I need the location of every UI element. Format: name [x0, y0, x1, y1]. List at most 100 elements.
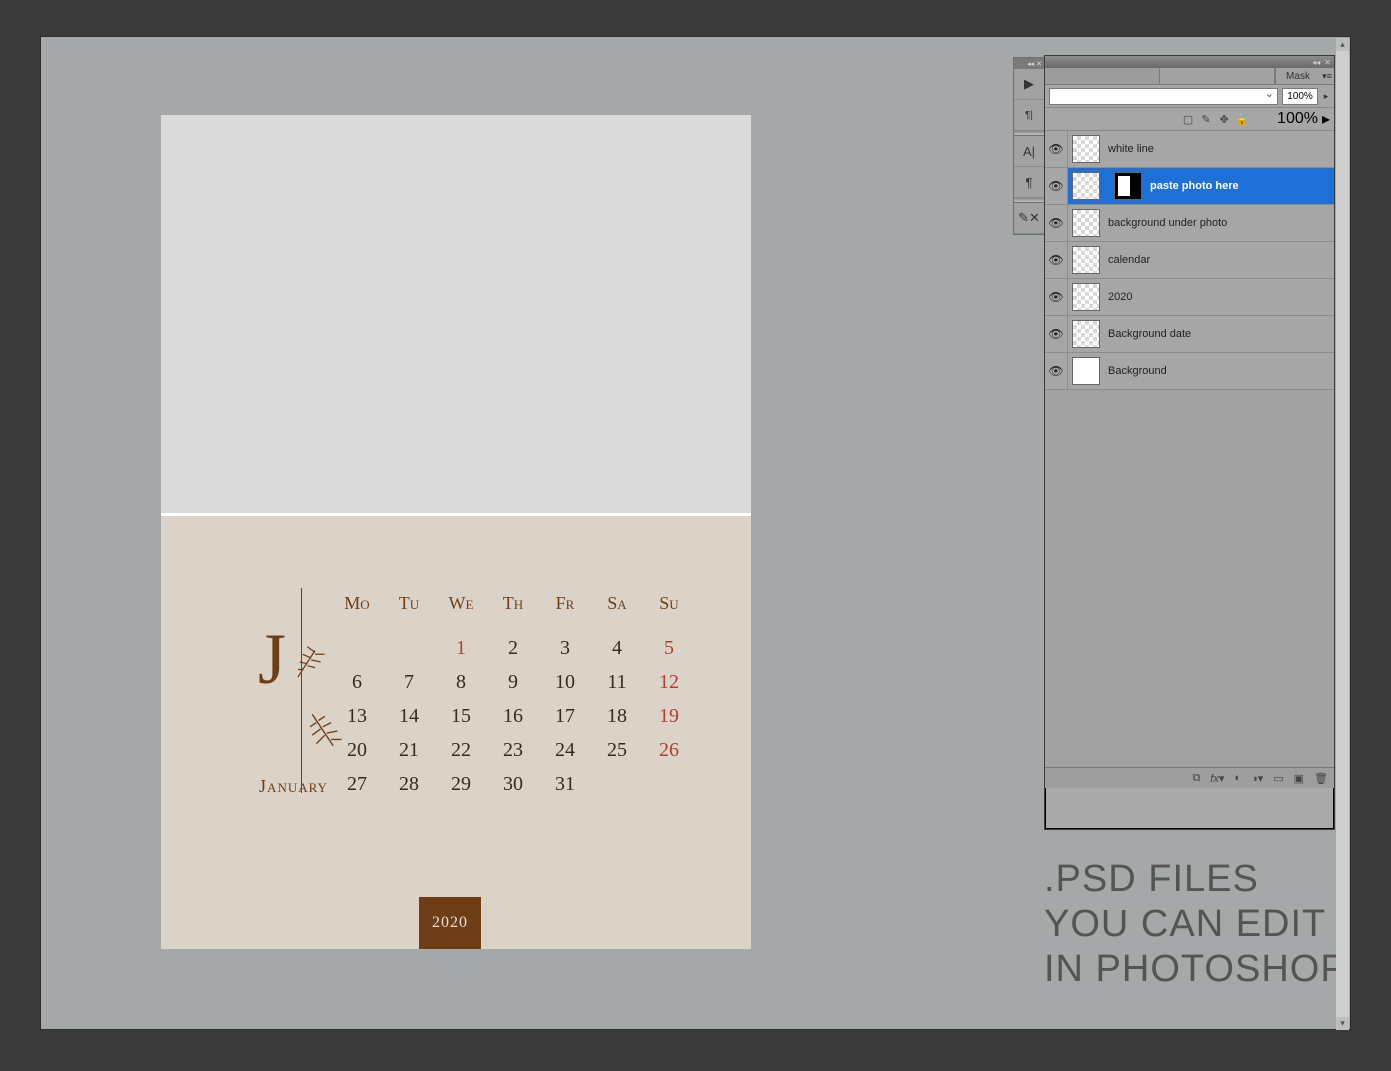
lock-brush-icon[interactable]: ✎ — [1199, 112, 1213, 126]
day-cell: 16 — [487, 699, 539, 733]
day-cell: 5 — [643, 631, 695, 665]
eye-icon: 👁 — [1045, 327, 1067, 341]
day-cell: 14 — [383, 699, 435, 733]
layer-name[interactable]: Background date — [1108, 328, 1191, 340]
tab-mask[interactable]: Mask — [1275, 68, 1320, 84]
layer-thumbnail[interactable] — [1072, 209, 1100, 237]
eye-icon: 👁 — [1045, 168, 1067, 204]
layer-row[interactable]: 👁 Background — [1045, 353, 1334, 390]
visibility-toggle[interactable]: 👁 — [1045, 205, 1068, 241]
fill-arrow-icon[interactable]: ▸ — [1322, 109, 1330, 129]
layer-name[interactable]: paste photo here — [1150, 180, 1239, 192]
weekday-header: Th — [487, 586, 539, 631]
day-cell: 30 — [487, 767, 539, 801]
layer-thumbnail[interactable] — [1072, 357, 1100, 385]
day-cell: 15 — [435, 699, 487, 733]
trash-icon[interactable]: 🗑 — [1314, 772, 1328, 785]
day-cell: 6 — [331, 665, 383, 699]
vertical-toolbar: ◂◂✕ ▶ ¶| A| ¶ ✎✕ — [1013, 57, 1045, 235]
layer-thumbnail[interactable] — [1072, 246, 1100, 274]
layer-thumbnail[interactable] — [1072, 320, 1100, 348]
lock-row: ▢ ✎ ✥ 🔒 100% ▸ — [1045, 108, 1334, 131]
layer-thumbnail[interactable] — [1072, 283, 1100, 311]
weekday-header: Su — [643, 586, 695, 631]
toolbar-header[interactable]: ◂◂✕ — [1014, 58, 1044, 69]
weekday-header: Mo — [331, 586, 383, 631]
layer-name[interactable]: white line — [1108, 143, 1154, 155]
calendar-body: J January MoTuWeThFrSaSu1234567891011121… — [161, 516, 751, 949]
layer-name[interactable]: 2020 — [1108, 291, 1132, 303]
close-icon[interactable]: ✕ — [1324, 58, 1331, 67]
paragraph-panel-icon[interactable]: ¶| — [1014, 100, 1044, 131]
layer-row[interactable]: 👁 calendar — [1045, 242, 1334, 279]
photo-placeholder — [161, 115, 751, 513]
adjustment-icon[interactable]: ◑▾ — [1251, 772, 1263, 785]
day-cell: 11 — [591, 665, 643, 699]
eye-icon: 👁 — [1045, 142, 1067, 156]
day-cell: 12 — [643, 665, 695, 699]
opacity-arrow-icon[interactable]: ▸ — [1322, 91, 1330, 102]
visibility-toggle[interactable]: 👁 — [1045, 131, 1068, 167]
layer-row[interactable]: 👁 background under photo — [1045, 205, 1334, 242]
visibility-toggle[interactable]: 👁 — [1045, 279, 1068, 315]
day-cell: 23 — [487, 733, 539, 767]
layer-mask-thumbnail[interactable] — [1114, 172, 1142, 200]
play-icon[interactable]: ▶ — [1014, 69, 1044, 100]
layer-row[interactable]: 👁 Background date — [1045, 316, 1334, 353]
tab-layers[interactable] — [1045, 68, 1160, 84]
visibility-toggle[interactable]: 👁 — [1045, 316, 1068, 352]
lock-move-icon[interactable]: ✥ — [1217, 112, 1231, 126]
vertical-scrollbar[interactable]: ▴ ▾ — [1336, 38, 1349, 1030]
weekday-header: We — [435, 586, 487, 631]
app-frame: J January MoTuWeThFrSaSu1234567891011121… — [40, 36, 1351, 1030]
layer-name[interactable]: background under photo — [1108, 217, 1227, 229]
link-layers-icon[interactable]: ⧉ — [1192, 772, 1200, 785]
day-cell — [643, 767, 695, 801]
layer-name[interactable]: calendar — [1108, 254, 1150, 266]
day-cell: 9 — [487, 665, 539, 699]
panel-menu-icon[interactable]: ▾≡ — [1320, 68, 1334, 84]
layers-panel: ◂◂ ✕ Mask ▾≡ 100% ▸ ▢ ✎ ✥ 🔒 100% ▸ 👁 white… — [1044, 55, 1335, 830]
promo-text: .PSD FILES YOU CAN EDIT IN PHOTOSHOP — [1044, 857, 1347, 991]
day-cell: 27 — [331, 767, 383, 801]
day-cell — [331, 631, 383, 665]
calendar-grid: MoTuWeThFrSaSu12345678910111213141516171… — [331, 586, 695, 801]
opacity-field[interactable]: 100% — [1282, 88, 1318, 105]
fill-field[interactable]: 100% — [1277, 110, 1318, 128]
layer-row[interactable]: 👁 paste photo here — [1045, 168, 1334, 205]
tab-other[interactable] — [1160, 68, 1275, 84]
panel-titlebar[interactable]: ◂◂ ✕ — [1045, 56, 1334, 68]
fx-icon[interactable]: fx▾ — [1210, 772, 1224, 785]
weekday-header: Fr — [539, 586, 591, 631]
paragraph-icon[interactable]: ¶ — [1014, 167, 1044, 198]
day-cell: 2 — [487, 631, 539, 665]
character-icon[interactable]: A| — [1014, 136, 1044, 167]
layer-name[interactable]: Background — [1108, 365, 1167, 377]
layer-thumbnail[interactable] — [1072, 135, 1100, 163]
day-cell — [383, 631, 435, 665]
visibility-toggle[interactable]: 👁 — [1045, 353, 1068, 389]
day-cell: 17 — [539, 699, 591, 733]
day-cell: 26 — [643, 733, 695, 767]
collapse-icon[interactable]: ◂◂ — [1312, 58, 1320, 67]
scroll-up-icon[interactable]: ▴ — [1336, 38, 1349, 51]
eye-icon: 👁 — [1045, 253, 1067, 267]
weekday-header: Sa — [591, 586, 643, 631]
day-cell: 18 — [591, 699, 643, 733]
visibility-toggle[interactable]: 👁 — [1045, 242, 1068, 278]
day-cell: 31 — [539, 767, 591, 801]
layer-row[interactable]: 👁 white line — [1045, 131, 1334, 168]
tools-icon[interactable]: ✎✕ — [1014, 203, 1044, 234]
layer-row[interactable]: 👁 2020 — [1045, 279, 1334, 316]
group-icon[interactable]: ▭ — [1273, 772, 1283, 785]
lock-transparent-icon[interactable]: ▢ — [1181, 112, 1195, 126]
blend-mode-select[interactable] — [1049, 88, 1278, 105]
mask-icon[interactable]: ◐ — [1234, 772, 1241, 784]
visibility-toggle[interactable]: 👁 — [1045, 168, 1068, 204]
layer-thumbnail[interactable] — [1072, 172, 1100, 200]
scroll-down-icon[interactable]: ▾ — [1336, 1017, 1349, 1030]
lock-all-icon[interactable]: 🔒 — [1235, 112, 1249, 126]
new-layer-icon[interactable]: ▣ — [1294, 772, 1304, 785]
day-cell: 13 — [331, 699, 383, 733]
day-cell: 20 — [331, 733, 383, 767]
